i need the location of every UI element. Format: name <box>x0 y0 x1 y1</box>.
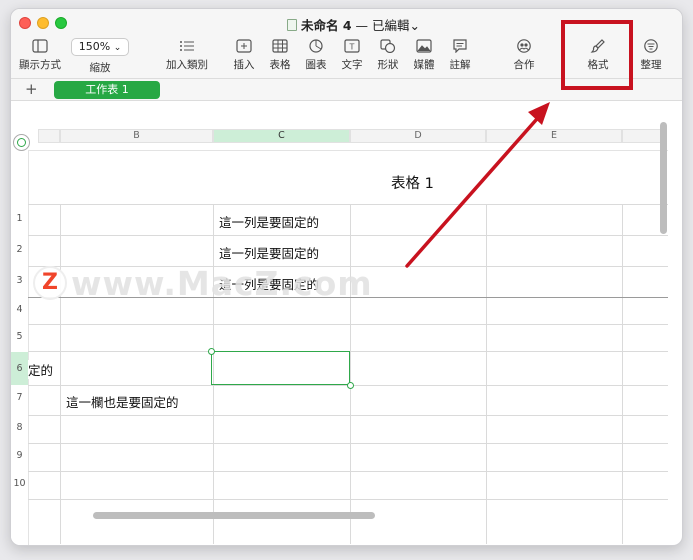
annotation-arrow <box>405 102 550 268</box>
